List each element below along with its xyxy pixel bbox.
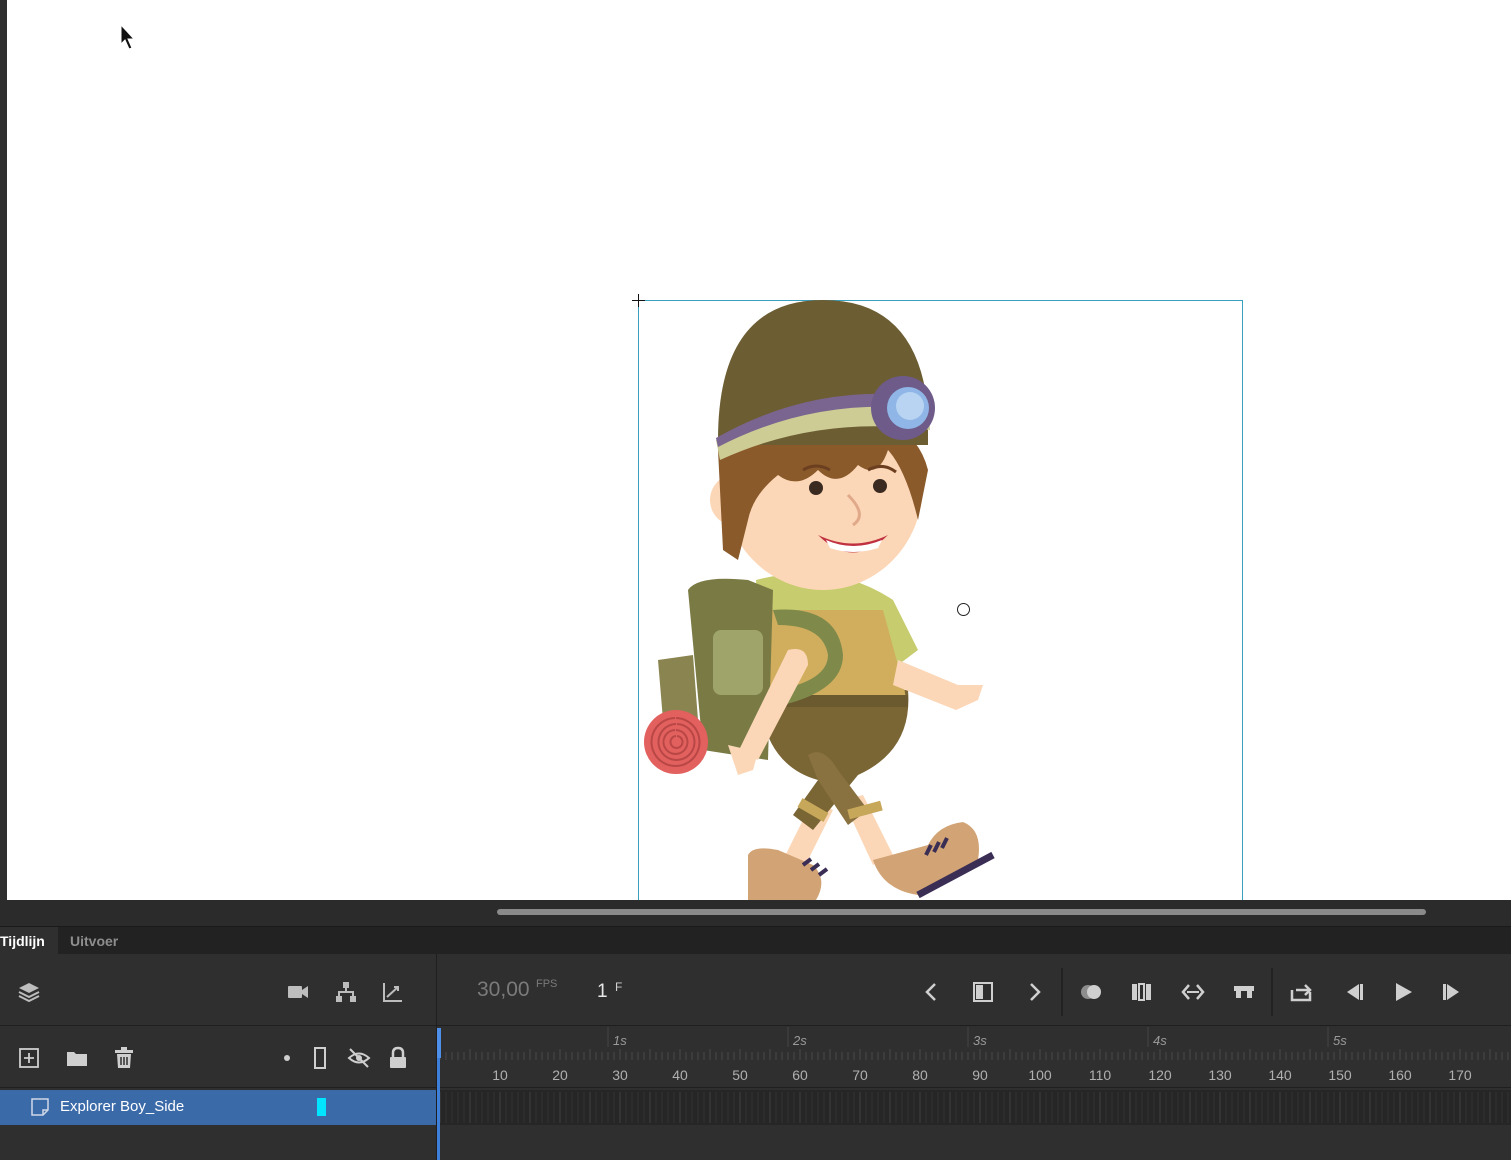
layer-parenting-icon[interactable] bbox=[333, 979, 359, 1005]
frame-number-label: 50 bbox=[732, 1067, 748, 1083]
layers-icon[interactable] bbox=[16, 979, 42, 1005]
frame-number-label: 90 bbox=[972, 1067, 988, 1083]
frame-number-label: 30 bbox=[612, 1067, 628, 1083]
timeline-toolbar-left bbox=[0, 954, 436, 1026]
center-frame-icon[interactable] bbox=[1231, 979, 1257, 1005]
frame-number-label: 110 bbox=[1088, 1067, 1112, 1083]
frame-number-label: 20 bbox=[552, 1067, 568, 1083]
playhead-handle[interactable] bbox=[437, 1028, 441, 1058]
loop-icon[interactable] bbox=[1288, 979, 1314, 1005]
frame-number-label: 170 bbox=[1448, 1067, 1472, 1083]
insert-keyframe-icon[interactable] bbox=[970, 979, 996, 1005]
frame-number-label: 40 bbox=[672, 1067, 688, 1083]
mouse-cursor-icon bbox=[120, 24, 136, 50]
stage-canvas[interactable] bbox=[7, 0, 1511, 900]
frame-number-label: 100 bbox=[1028, 1067, 1052, 1083]
frame-number-label: 130 bbox=[1208, 1067, 1232, 1083]
frame-number-label: 10 bbox=[492, 1067, 508, 1083]
new-folder-icon[interactable] bbox=[64, 1045, 90, 1071]
seconds-label: 2s bbox=[793, 1033, 807, 1048]
seconds-label: 3s bbox=[973, 1033, 987, 1048]
frame-cells bbox=[439, 1092, 1509, 1123]
new-layer-icon[interactable] bbox=[16, 1045, 42, 1071]
frame-number-label: 120 bbox=[1148, 1067, 1172, 1083]
layer-row[interactable]: Explorer Boy_Side bbox=[0, 1090, 436, 1125]
fps-unit: FPS bbox=[536, 978, 558, 990]
seconds-label: 4s bbox=[1153, 1033, 1167, 1048]
onion-skin-icon[interactable] bbox=[1078, 979, 1104, 1005]
tab-timeline[interactable]: Tijdlijn bbox=[0, 927, 58, 955]
frame-number-label: 160 bbox=[1388, 1067, 1412, 1083]
scrollbar-thumb[interactable] bbox=[497, 909, 1426, 915]
toolbar-divider bbox=[1271, 968, 1273, 1016]
timeline-ruler[interactable]: 10 20 30 40 50 60 70 80 90 100 110 120 130 140 150 160 1… bbox=[437, 1027, 1511, 1088]
outline-icon[interactable] bbox=[307, 1045, 333, 1071]
explorer-boy-illustration[interactable] bbox=[638, 290, 1008, 900]
frame-number-label: 150 bbox=[1328, 1067, 1352, 1083]
timeline-panel: 30,00 FPS 1 F Explorer Boy_Side 10 20 30… bbox=[0, 954, 1511, 1160]
step-forward-icon[interactable] bbox=[1440, 979, 1466, 1005]
layer-controls bbox=[0, 1027, 436, 1088]
seconds-label: 1s bbox=[613, 1033, 627, 1048]
edit-multiple-frames-icon[interactable] bbox=[1129, 979, 1155, 1005]
next-frame-icon[interactable] bbox=[1021, 979, 1047, 1005]
delete-icon[interactable] bbox=[111, 1045, 137, 1071]
lock-icon[interactable] bbox=[385, 1045, 411, 1071]
stage-horizontal-scrollbar[interactable] bbox=[0, 900, 1511, 924]
swap-icon[interactable] bbox=[1180, 979, 1206, 1005]
highlight-dot-icon[interactable] bbox=[274, 1045, 300, 1071]
graph-icon[interactable] bbox=[380, 979, 406, 1005]
layer-color-swatch[interactable] bbox=[317, 1098, 326, 1116]
layer-name[interactable]: Explorer Boy_Side bbox=[60, 1098, 184, 1115]
play-icon[interactable] bbox=[1390, 979, 1416, 1005]
frame-number-label: 140 bbox=[1268, 1067, 1292, 1083]
frame-number-label: 60 bbox=[792, 1067, 808, 1083]
current-frame-value[interactable]: 1 bbox=[597, 981, 608, 1003]
camera-icon[interactable] bbox=[285, 979, 311, 1005]
fps-value[interactable]: 30,00 bbox=[477, 978, 530, 1002]
timeline-toolbar-right: 30,00 FPS 1 F bbox=[437, 954, 1511, 1026]
frame-number-label: 80 bbox=[912, 1067, 928, 1083]
frame-number-label: 70 bbox=[852, 1067, 868, 1083]
tab-output[interactable]: Uitvoer bbox=[60, 927, 136, 955]
frame-unit: F bbox=[615, 980, 623, 994]
toolbar-divider bbox=[1061, 968, 1063, 1016]
layer-frames-row[interactable] bbox=[437, 1090, 1511, 1125]
symbol-layer-icon bbox=[31, 1098, 49, 1116]
panel-tab-strip: Tijdlijn Uitvoer bbox=[0, 926, 1511, 955]
step-back-icon[interactable] bbox=[1340, 979, 1366, 1005]
seconds-label: 5s bbox=[1333, 1033, 1347, 1048]
prev-frame-icon[interactable] bbox=[919, 979, 945, 1005]
transform-point-handle[interactable] bbox=[957, 603, 970, 616]
visibility-icon[interactable] bbox=[346, 1045, 372, 1071]
stage-area bbox=[0, 0, 1511, 900]
